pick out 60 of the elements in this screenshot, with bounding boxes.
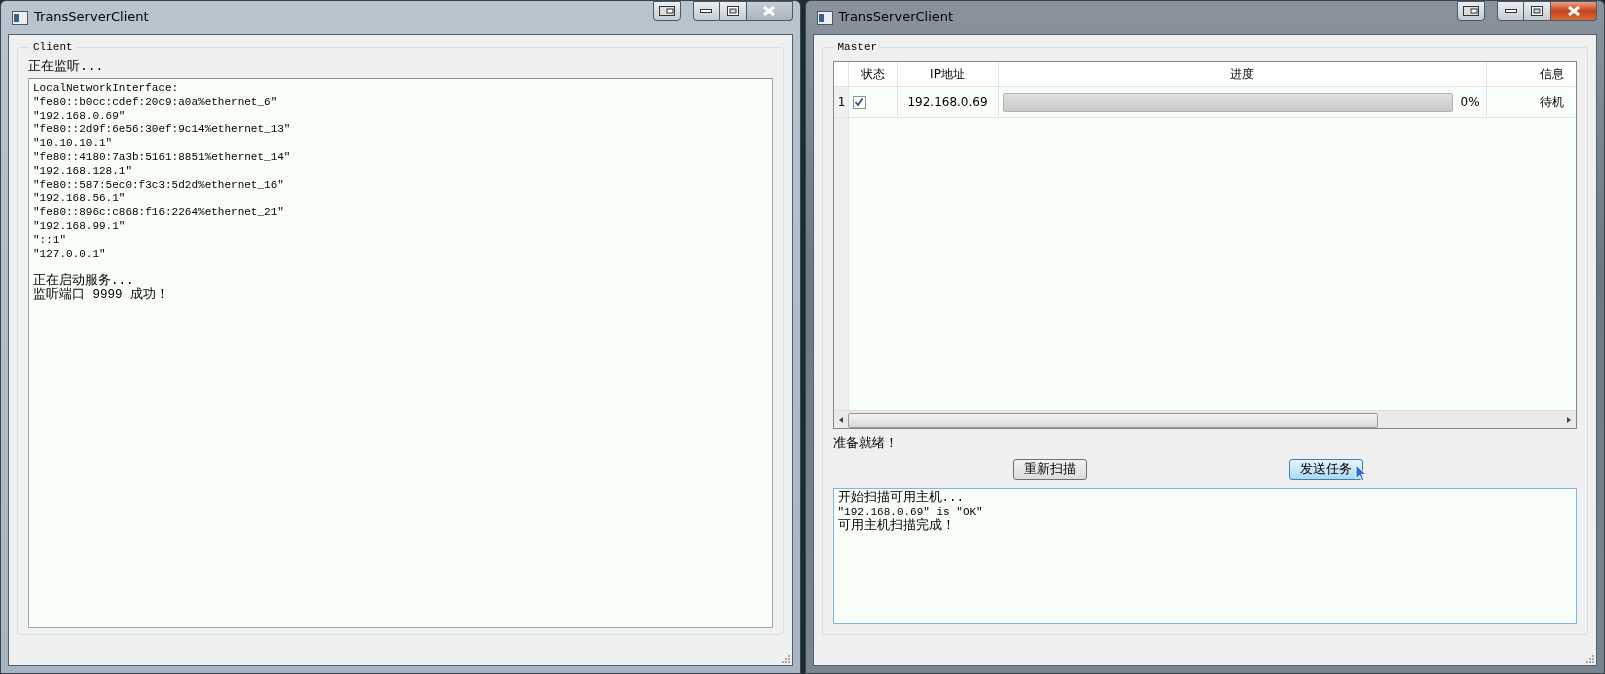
- resize-grip-icon[interactable]: [779, 653, 790, 663]
- app-icon: [816, 11, 833, 25]
- log-line: "192.168.99.1": [33, 219, 127, 234]
- close-icon: [1566, 6, 1581, 16]
- status-text: 正在监听...: [28, 58, 105, 75]
- log-line: "fe80::4180:7a3b:5161:8851%ethernet_14": [33, 151, 292, 165]
- minimize-icon: [700, 8, 712, 14]
- close-button[interactable]: [746, 1, 793, 21]
- table-row[interactable]: 1 192.168.0.69 0% 待机: [833, 87, 1576, 118]
- window-switch-icon: [658, 6, 675, 16]
- checkbox[interactable]: [852, 95, 866, 109]
- minimize-icon: [1504, 8, 1517, 14]
- window-mode-button[interactable]: [652, 1, 681, 21]
- log-line: 监听端口 9999 成功！: [33, 289, 170, 303]
- log-line: "192.168.0.69": [33, 109, 127, 124]
- log-line: "192.168.56.1": [33, 192, 127, 207]
- maximize-button[interactable]: [1524, 1, 1551, 21]
- group-title: Client: [32, 41, 74, 53]
- close-button[interactable]: [1551, 1, 1597, 21]
- progress-reading: 0%: [1460, 95, 1480, 109]
- column-header[interactable]: 进度: [998, 62, 1487, 86]
- app-icon: [12, 11, 28, 25]
- row-number: 1: [833, 87, 849, 117]
- host-table[interactable]: 状态 IP地址 进度 信息 1 192.168.0.69 0% 待机: [832, 61, 1577, 429]
- minimize-button[interactable]: [692, 1, 720, 21]
- log-line: LocalNetworkInterface:: [33, 82, 180, 96]
- push-button[interactable]: 发送任务: [1288, 459, 1363, 480]
- minimize-button[interactable]: [1497, 1, 1524, 21]
- log-line: "192.168.128.1": [33, 164, 134, 179]
- cursor-icon: [1354, 464, 1367, 482]
- horizontal-scrollbar[interactable]: [833, 410, 1576, 428]
- log-line: 可用主机扫描完成！: [837, 519, 956, 534]
- push-button[interactable]: 重新扫描: [1012, 459, 1087, 480]
- log-area[interactable]: 开始扫描可用主机... "192.168.0.69" is "OK" 可用主机扫描完成！: [832, 488, 1577, 624]
- group-title: Master: [836, 41, 879, 53]
- column-header[interactable]: 信息: [1486, 62, 1576, 86]
- log-line: "192.168.0.69" is "OK": [837, 505, 984, 518]
- log-line: "fe80::2d9f:6e56:30ef:9c14%ethernet_13": [33, 123, 292, 138]
- log-line: "fe80::896c:c868:f16:2264%ethernet_21": [33, 206, 285, 220]
- maximize-icon: [726, 6, 739, 16]
- resize-grip-icon[interactable]: [1584, 653, 1594, 663]
- log-line: "::1": [33, 233, 67, 248]
- column-header[interactable]: 状态: [848, 62, 898, 86]
- window-title: TransServerClient: [838, 9, 954, 24]
- table-cell-text: 待机: [1539, 93, 1565, 111]
- window-switch-icon: [1463, 6, 1479, 16]
- log-line: "10.10.10.1": [33, 137, 114, 151]
- log-line: "127.0.0.1": [33, 247, 107, 262]
- window-mode-button[interactable]: [1457, 1, 1485, 21]
- log-line: "fe80::587:5ec0:f3c3:5d2d%ethernet_16": [33, 178, 285, 193]
- maximize-button[interactable]: [719, 1, 747, 21]
- log-line: "fe80::b0cc:cdef:20c9:a0a%ethernet_6": [33, 95, 279, 110]
- status-text: 准备就绪！: [832, 435, 899, 452]
- table-cell: 192.168.0.69: [897, 87, 999, 117]
- column-header[interactable]: IP地址: [897, 62, 999, 86]
- close-icon: [762, 6, 776, 16]
- maximize-icon: [1531, 6, 1543, 16]
- log-line: 开始扫描可用主机...: [837, 492, 965, 506]
- scrollbar-thumb[interactable]: [847, 413, 1379, 428]
- window-title: TransServerClient: [34, 9, 149, 24]
